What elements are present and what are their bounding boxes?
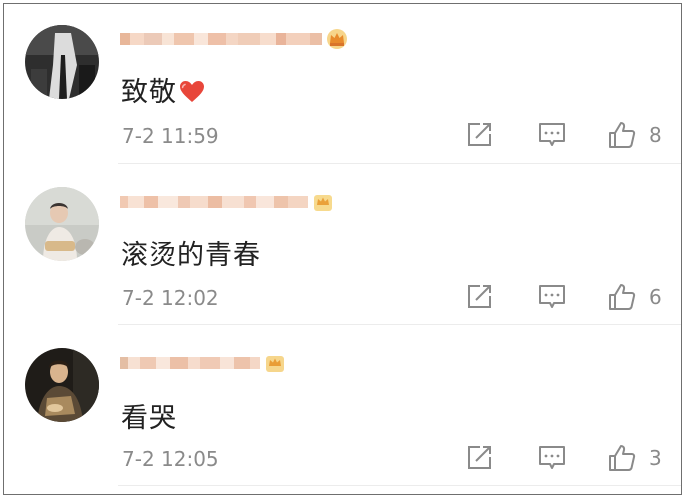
heart-emoji-icon <box>179 80 205 111</box>
repost-button[interactable] <box>464 282 494 312</box>
repost-button[interactable] <box>464 443 494 473</box>
blurred-name <box>120 33 322 45</box>
divider <box>118 324 681 325</box>
comment-time: 7-2 12:02 <box>122 286 219 310</box>
username-blurred[interactable] <box>120 352 286 374</box>
comment-text: 看哭 <box>121 396 177 435</box>
vip-crown-icon <box>266 356 284 372</box>
repost-icon <box>468 285 491 308</box>
like-button[interactable]: 3 <box>607 443 662 473</box>
like-button[interactable]: 6 <box>607 282 662 312</box>
like-count: 6 <box>649 285 662 309</box>
avatar-dark-figure-icon <box>25 25 99 99</box>
avatar-child-photo-icon <box>25 187 99 261</box>
vip-crown-icon <box>327 29 347 49</box>
avatar[interactable] <box>25 25 99 99</box>
comment-icon <box>539 123 565 146</box>
username-blurred[interactable] <box>120 191 334 213</box>
comment-icon <box>539 446 565 469</box>
divider <box>118 163 681 164</box>
comment-button[interactable] <box>537 443 567 473</box>
username-blurred[interactable] <box>120 28 348 50</box>
avatar-portrait-painting-icon <box>25 348 99 422</box>
like-count: 8 <box>649 123 662 147</box>
comment-text: 致敬 <box>121 70 205 111</box>
divider <box>118 485 681 486</box>
blurred-name <box>120 196 308 208</box>
comment-text: 滚烫的青春 <box>121 233 261 272</box>
comment-text-content: 看哭 <box>121 403 177 434</box>
avatar[interactable] <box>25 348 99 422</box>
comment-icon <box>539 285 565 308</box>
avatar[interactable] <box>25 187 99 261</box>
comment-text-content: 致敬 <box>121 77 177 108</box>
comment-time: 7-2 12:05 <box>122 447 219 471</box>
thumbs-up-icon <box>609 122 636 148</box>
repost-button[interactable] <box>464 120 494 150</box>
comment-item: 致敬 7-2 11:59 8 <box>4 4 681 164</box>
comment-text-content: 滚烫的青春 <box>121 240 261 271</box>
blurred-name <box>120 357 260 369</box>
comment-button[interactable] <box>537 282 567 312</box>
like-button[interactable]: 8 <box>607 120 662 150</box>
comment-list: 致敬 7-2 11:59 8 滚烫的青春 7-2 12:02 6 看哭 7-2 … <box>3 3 682 495</box>
thumbs-up-icon <box>609 445 636 471</box>
thumbs-up-icon <box>609 284 636 310</box>
comment-item: 滚烫的青春 7-2 12:02 6 <box>4 165 681 325</box>
vip-crown-icon <box>314 195 332 211</box>
like-count: 3 <box>649 446 662 470</box>
comment-item: 看哭 7-2 12:05 3 <box>4 326 681 486</box>
comment-button[interactable] <box>537 120 567 150</box>
repost-icon <box>468 446 491 469</box>
repost-icon <box>468 123 491 146</box>
comment-time: 7-2 11:59 <box>122 124 219 148</box>
